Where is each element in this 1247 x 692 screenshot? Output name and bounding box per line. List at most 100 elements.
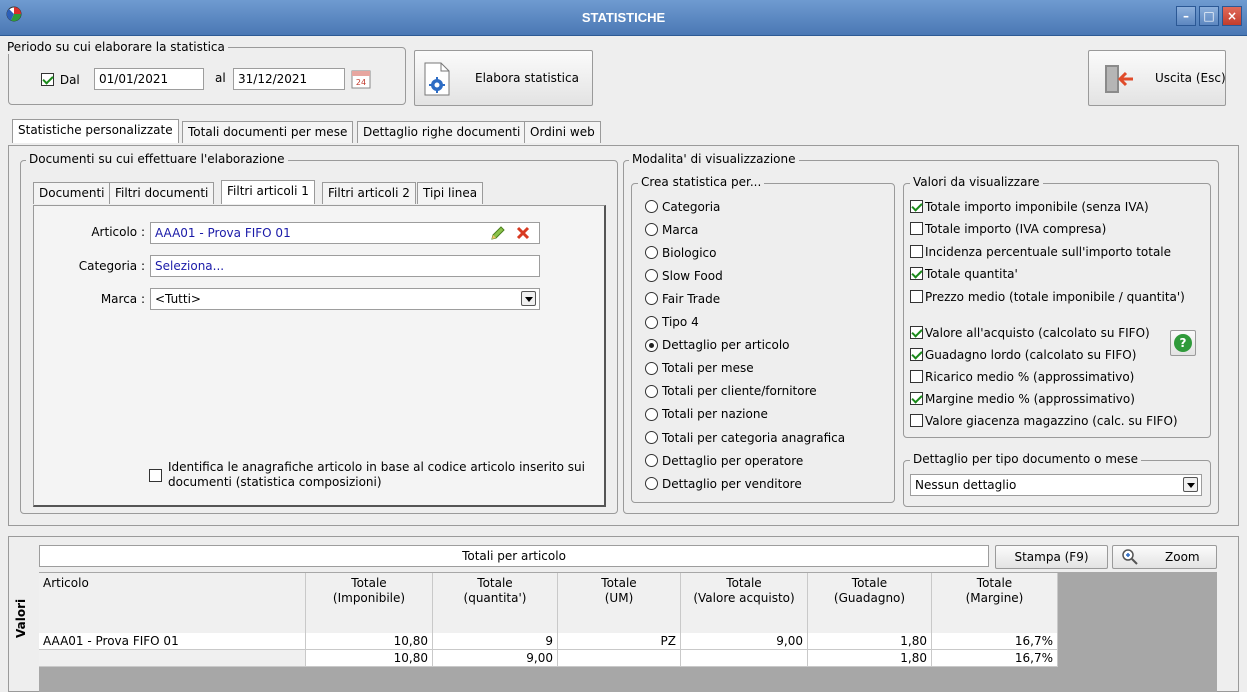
check-icon[interactable]: [910, 290, 923, 303]
radio-option[interactable]: Dettaglio per operatore: [645, 453, 803, 468]
radio-icon[interactable]: [645, 407, 658, 421]
column-header[interactable]: Totale (UM): [558, 573, 681, 633]
radio-icon[interactable]: [645, 431, 658, 444]
dettaglio-dropdown-icon[interactable]: [1183, 477, 1198, 492]
value-checkbox[interactable]: Totale importo imponibile (senza IVA): [910, 199, 1149, 214]
radio-icon[interactable]: [645, 269, 658, 283]
tab-ordini-web[interactable]: Ordini web: [524, 121, 601, 143]
value-checkbox[interactable]: Guadagno lordo (calcolato su FIFO): [910, 347, 1136, 362]
table-cell[interactable]: 9: [433, 633, 558, 650]
subtab-filtri-documenti[interactable]: Filtri documenti: [109, 182, 215, 204]
elabora-statistica-button[interactable]: Elabora statistica: [414, 50, 593, 106]
radio-icon[interactable]: [645, 454, 658, 468]
radio-option[interactable]: Totali per categoria anagrafica: [645, 430, 845, 445]
radio-option[interactable]: Dettaglio per articolo: [645, 338, 790, 352]
stampa-button[interactable]: Stampa (F9): [995, 545, 1108, 569]
table-cell[interactable]: 10,80: [306, 650, 433, 667]
help-button[interactable]: ?: [1170, 330, 1196, 356]
table-cell[interactable]: 16,7%: [932, 633, 1058, 650]
table-cell[interactable]: 9,00: [433, 650, 558, 667]
radio-option[interactable]: Fair Trade: [645, 291, 720, 306]
value-checkbox[interactable]: Prezzo medio (totale imponibile / quanti…: [910, 289, 1185, 304]
table-cell[interactable]: 16,7%: [932, 650, 1058, 667]
close-button[interactable]: ×: [1222, 6, 1242, 26]
identifica-check-icon[interactable]: [149, 469, 162, 482]
date-to-field[interactable]: 31/12/2021: [233, 68, 345, 90]
column-header[interactable]: Totale (Margine): [932, 573, 1058, 633]
subtab-filtri-articoli-1[interactable]: Filtri articoli 1: [221, 180, 315, 204]
identifica-checkbox[interactable]: [149, 468, 162, 482]
column-header[interactable]: Totale (Valore acquisto): [681, 573, 808, 633]
categoria-field[interactable]: Seleziona...: [150, 255, 540, 277]
radio-option[interactable]: Slow Food: [645, 268, 723, 283]
subtab-filtri-articoli-2[interactable]: Filtri articoli 2: [322, 182, 416, 204]
clear-x-icon[interactable]: [515, 225, 531, 241]
calendar-icon[interactable]: 24: [350, 68, 372, 90]
radio-icon[interactable]: [645, 246, 658, 260]
radio-option[interactable]: Totali per mese: [645, 361, 754, 375]
radio-icon[interactable]: [645, 477, 658, 491]
articolo-field[interactable]: AAA01 - Prova FIFO 01: [150, 222, 540, 244]
radio-icon[interactable]: [645, 338, 658, 352]
table-cell[interactable]: PZ: [558, 633, 681, 650]
tab-totali-documenti-mese[interactable]: Totali documenti per mese: [182, 121, 354, 143]
value-checkbox[interactable]: Valore all'acquisto (calcolato su FIFO): [910, 325, 1150, 340]
value-checkbox[interactable]: Incidenza percentuale sull'importo total…: [910, 244, 1171, 259]
check-icon[interactable]: [910, 348, 923, 361]
table-cell[interactable]: 1,80: [808, 650, 932, 667]
column-header[interactable]: Totale (Imponibile): [306, 573, 433, 633]
value-checkbox[interactable]: Valore giacenza magazzino (calc. su FIFO…: [910, 413, 1178, 428]
date-from-field[interactable]: 01/01/2021: [94, 68, 204, 90]
radio-option[interactable]: Totali per cliente/fornitore: [645, 384, 817, 398]
dal-check-icon[interactable]: [41, 73, 54, 86]
column-header[interactable]: Articolo: [39, 573, 306, 633]
table-cell[interactable]: [558, 650, 681, 667]
exit-button[interactable]: Uscita (Esc): [1088, 50, 1226, 106]
radio-option[interactable]: Dettaglio per venditore: [645, 476, 802, 491]
check-icon[interactable]: [910, 414, 923, 427]
subtab-tipi-linea[interactable]: Tipi linea: [417, 182, 484, 204]
check-icon[interactable]: [910, 326, 923, 339]
value-checkbox[interactable]: Totale importo (IVA compresa): [910, 221, 1106, 236]
radio-icon[interactable]: [645, 361, 658, 375]
value-checkbox[interactable]: Totale quantita': [910, 266, 1018, 281]
column-header[interactable]: Totale (quantita'): [433, 573, 558, 633]
table-cell[interactable]: [681, 650, 808, 667]
check-icon[interactable]: [910, 222, 923, 235]
tab-statistiche-personalizzate[interactable]: Statistiche personalizzate: [12, 119, 179, 143]
radio-option[interactable]: Tipo 4: [645, 315, 699, 329]
radio-icon[interactable]: [645, 292, 658, 306]
radio-option[interactable]: Marca: [645, 222, 698, 237]
value-checkbox[interactable]: Ricarico medio % (approssimativo): [910, 369, 1134, 384]
radio-option[interactable]: Categoria: [645, 199, 720, 214]
minimize-button[interactable]: –: [1176, 6, 1196, 26]
table-cell[interactable]: [39, 650, 306, 667]
zoom-button[interactable]: Zoom: [1112, 545, 1217, 569]
radio-icon[interactable]: [645, 200, 658, 213]
radio-icon[interactable]: [645, 223, 658, 237]
check-icon[interactable]: [910, 370, 923, 383]
edit-pencil-icon[interactable]: [490, 225, 506, 241]
radio-option[interactable]: Totali per nazione: [645, 407, 768, 421]
value-checkbox[interactable]: Margine medio % (approssimativo): [910, 391, 1135, 406]
radio-icon[interactable]: [645, 384, 658, 398]
radio-option[interactable]: Biologico: [645, 245, 716, 260]
tab-dettaglio-righe[interactable]: Dettaglio righe documenti: [357, 121, 527, 143]
maximize-button[interactable]: □: [1199, 6, 1219, 26]
dettaglio-select[interactable]: Nessun dettaglio: [910, 474, 1202, 496]
column-header[interactable]: Totale (Guadagno): [808, 573, 932, 633]
column-header-line1: Totale: [851, 576, 888, 590]
subtab-documenti[interactable]: Documenti: [33, 182, 111, 204]
table-cell[interactable]: 1,80: [808, 633, 932, 650]
check-icon[interactable]: [910, 200, 923, 213]
marca-select[interactable]: <Tutti>: [150, 288, 540, 310]
check-icon[interactable]: [910, 392, 923, 405]
table-cell[interactable]: 10,80: [306, 633, 433, 650]
check-icon[interactable]: [910, 245, 923, 258]
check-icon[interactable]: [910, 267, 923, 280]
table-cell[interactable]: AAA01 - Prova FIFO 01: [39, 633, 306, 650]
dal-checkbox[interactable]: Dal: [41, 72, 80, 87]
radio-icon[interactable]: [645, 315, 658, 329]
marca-dropdown-icon[interactable]: [521, 291, 536, 306]
table-cell[interactable]: 9,00: [681, 633, 808, 650]
